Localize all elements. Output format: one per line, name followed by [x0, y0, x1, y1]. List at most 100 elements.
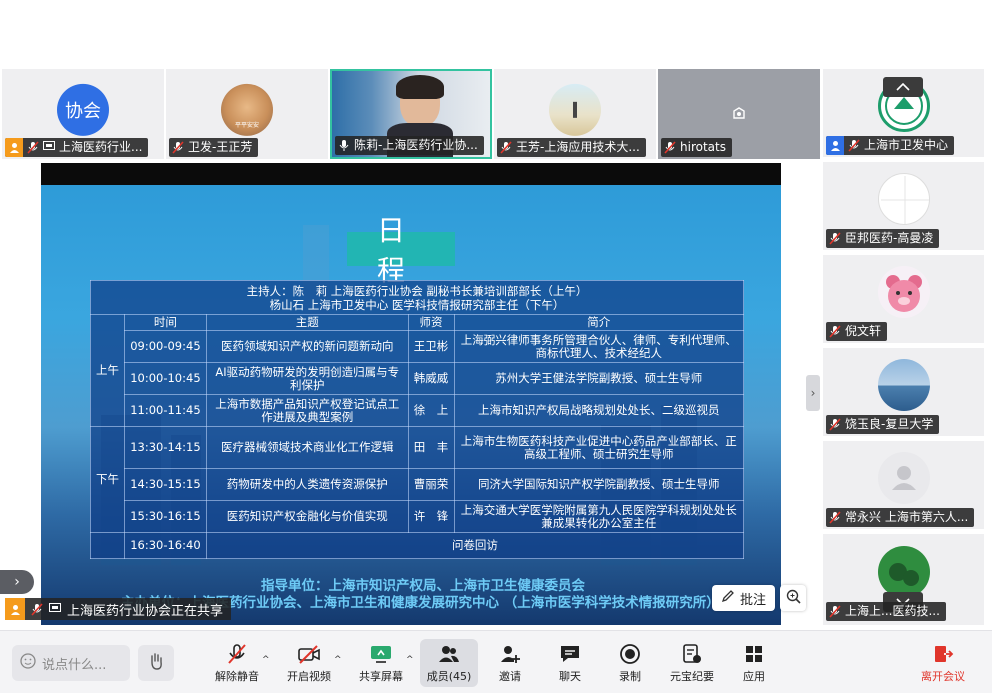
meeting-notes-button[interactable]: 元宝纪要: [663, 639, 721, 687]
zoom-in-button[interactable]: [780, 585, 806, 611]
expand-right-button[interactable]: ›: [806, 375, 820, 411]
leave-icon: [932, 643, 954, 665]
sharing-status-text: 上海医药行业协会正在共享: [67, 603, 224, 619]
participant-name-tag: 臣邦医药-高曼凌: [826, 229, 940, 248]
raise-hand-button[interactable]: [138, 645, 174, 681]
apps-button[interactable]: 应用: [725, 639, 783, 687]
unmute-button[interactable]: 解除静音: [208, 639, 266, 687]
participant-name: 常永兴 上海市第六人...: [845, 510, 969, 524]
members-label: 成员(45): [426, 670, 472, 683]
mic-off-icon: [848, 139, 860, 152]
avatar: 协会: [57, 83, 109, 136]
header-speaker: 师资: [407, 314, 455, 331]
share-top-bar: [41, 163, 781, 185]
table-row: 10:00-10:45 AI驱动药物研发的发明创造归属与专利保护 韩威威 苏州大…: [91, 362, 744, 395]
mic-off-icon: [500, 141, 512, 154]
avatar: [877, 265, 930, 318]
leave-meeting-label: 离开会议: [921, 670, 965, 683]
row-topic: 上海市数据产品知识产权登记试点工作进展及典型案例: [205, 394, 409, 427]
unmute-label: 解除静音: [215, 670, 259, 683]
participant-name-tag: hirotats: [661, 138, 732, 157]
participant-name: 王芳-上海应用技术大...: [516, 140, 640, 154]
row-intro: 苏州大学王健法学院副教授、硕士生导师: [453, 362, 744, 395]
participant-tile-association[interactable]: 协会 上海医药行业...: [2, 69, 164, 159]
invite-icon: [498, 643, 522, 665]
empty-cell: [90, 532, 125, 559]
record-label: 录制: [619, 670, 641, 683]
schedule-table: 主持人：陈 莉 上海医药行业协会 副秘书长兼培训部部长（上午） 杨山石 上海市卫…: [90, 280, 745, 559]
mic-off-icon: [829, 232, 841, 245]
unmute-options-caret[interactable]: ^: [262, 655, 270, 665]
default-avatar-icon: [877, 451, 930, 504]
host-row: 主持人：陈 莉 上海医药行业协会 副秘书长兼培训部部长（上午） 杨山石 上海市卫…: [90, 280, 744, 315]
row-speaker: 王卫彬: [407, 330, 455, 363]
table-row: 下午 13:30-14:15 医疗器械领域技术商业化工作逻辑 田 丰 上海市生物…: [90, 426, 744, 533]
shared-screen[interactable]: 日程 主持人：陈 莉 上海医药行业协会 副秘书长兼培训部部长（上午） 杨山石 上…: [41, 163, 781, 625]
share-screen-button[interactable]: 共享屏幕: [352, 639, 410, 687]
leave-meeting-button[interactable]: 离开会议: [914, 639, 972, 687]
zoom-in-icon: [786, 589, 801, 608]
collapse-up-button[interactable]: [883, 77, 923, 97]
pen-icon: [721, 589, 735, 607]
participant-name: hirotats: [680, 140, 726, 154]
participant-tile-shanghai-pharma[interactable]: 上海上...医药技...: [823, 534, 984, 625]
header-intro: 简介: [453, 314, 744, 331]
participant-name-tag: 上海医药行业...: [5, 138, 149, 157]
row-time: 10:00-10:45: [123, 362, 207, 395]
video-options-caret[interactable]: ^: [334, 655, 342, 665]
record-button[interactable]: 录制: [601, 639, 659, 687]
invite-label: 邀请: [499, 670, 521, 683]
expand-left-button[interactable]: ›: [0, 570, 34, 594]
apps-icon: [743, 643, 765, 665]
participant-name-tag: 陈莉-上海医药行业协...: [335, 136, 484, 155]
chat-button[interactable]: 聊天: [541, 639, 599, 687]
row-speaker: 许 锋: [407, 500, 455, 533]
row-speaker: 韩威威: [407, 362, 455, 395]
mic-off-icon: [829, 418, 841, 431]
table-row: 09:00-09:45 医药领域知识产权的新问题新动向 王卫彬 上海弼兴律师事务…: [91, 330, 744, 363]
sharing-status-banner: 上海医药行业协会正在共享: [5, 598, 232, 620]
mic-off-icon: [664, 141, 676, 154]
avatar: [877, 358, 930, 411]
row-intro: 上海市知识产权局战略规划处处长、二级巡视员: [453, 394, 744, 427]
participant-tile-raoyuliang[interactable]: 饶玉良-复旦大学: [823, 348, 984, 436]
participant-tile-wangfang[interactable]: 王芳-上海应用技术大...: [494, 69, 656, 159]
table-row: 14:30-15:15 药物研发中的人类遗传资源保护 曹丽荣 同济大学国际知识产…: [91, 468, 744, 501]
camera-off-icon: [731, 105, 747, 125]
invite-button[interactable]: 邀请: [481, 639, 539, 687]
annotate-button[interactable]: 批注: [712, 585, 775, 611]
header-topic: 主题: [205, 314, 409, 331]
avatar: [877, 172, 930, 225]
am-label: 上午: [90, 314, 125, 427]
participant-tile-wangzhengfang[interactable]: 平平安安 卫发-王正芳: [166, 69, 328, 159]
row-time: 14:30-15:15: [123, 468, 207, 501]
hand-icon: [147, 652, 165, 674]
annotate-label: 批注: [739, 592, 766, 608]
share-options-caret[interactable]: ^: [406, 655, 414, 665]
quick-chat-input[interactable]: 说点什么...: [12, 645, 130, 681]
participant-tile-changyongxing[interactable]: 常永兴 上海市第六人...: [823, 441, 984, 529]
slide-title: 日程: [347, 214, 455, 287]
participant-tile-hirotats[interactable]: hirotats: [658, 69, 820, 159]
row-speaker: 徐 上: [407, 394, 455, 427]
participant-name-tag: 倪文轩: [826, 322, 888, 341]
participant-name-tag: 常永兴 上海市第六人...: [826, 508, 975, 527]
row-intro: 同济大学国际知识产权学院副教授、硕士生导师: [453, 468, 744, 501]
participant-tile-weifa-center[interactable]: 上海市卫发中心: [823, 69, 984, 157]
mic-on-icon: [338, 139, 350, 152]
avatar-figure: [573, 101, 577, 118]
start-video-button[interactable]: 开启视频: [280, 639, 338, 687]
members-button[interactable]: 成员(45): [420, 639, 478, 687]
row-topic: 医药领域知识产权的新问题新动向: [205, 330, 409, 363]
mic-off-icon: [829, 325, 841, 338]
participant-tile-chenli-video[interactable]: 陈莉-上海医药行业协...: [330, 69, 492, 159]
row-time: 13:30-14:15: [123, 426, 207, 469]
emoji-icon: [20, 653, 36, 673]
participant-name-tag: 上海上...医药技...: [826, 602, 946, 621]
participant-tile-niwenxuan[interactable]: 倪文轩: [823, 255, 984, 343]
participant-tile-gaomanling[interactable]: 臣邦医药-高曼凌: [823, 162, 984, 250]
meeting-toolbar: 说点什么... 解除静音 ^ 开启视频 ^ 共享屏幕 ^ 成员(45) 邀请 聊…: [0, 630, 992, 693]
row-intro: 上海市生物医药科技产业促进中心药品产业部部长、正高级工程师、硕士研究生导师: [453, 426, 744, 469]
row-topic: 医疗器械领域技术商业化工作逻辑: [205, 426, 409, 469]
table-row: 16:30-16:40 问卷回访: [90, 532, 745, 559]
